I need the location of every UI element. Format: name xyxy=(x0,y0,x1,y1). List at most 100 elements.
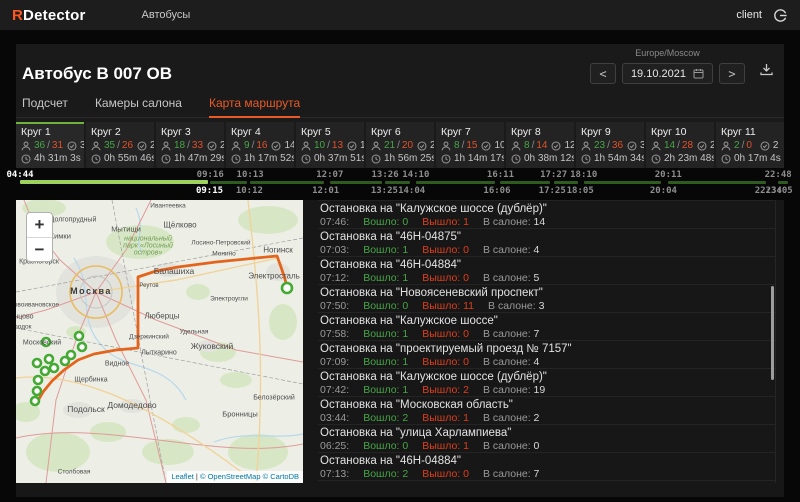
stop-marker-8[interactable] xyxy=(31,357,43,369)
stop-item-7: Остановка на "Калужское шоссе (дублёр)" 0… xyxy=(318,369,775,397)
timeline-segment-6[interactable] xyxy=(415,181,495,184)
stop-time: 07:46: xyxy=(320,216,350,228)
lap-duration-row: 0h 55m 46s xyxy=(91,153,154,164)
lap-stops: 30 xyxy=(80,140,84,151)
stop-entered: Вошло: 0 xyxy=(363,216,409,228)
lap-card-11[interactable]: Круг 11 2/0 2 0h 17m 4s xyxy=(716,122,784,168)
stops-scrollbar[interactable] xyxy=(771,286,774,380)
stops-count-icon xyxy=(481,140,492,151)
stop-marker-7[interactable] xyxy=(43,353,55,365)
passengers-icon xyxy=(581,141,592,151)
stop-item-1: Остановка на "Калужское шоссе (дублёр)" 0… xyxy=(318,201,775,229)
stop-entered: Вошло: 0 xyxy=(363,300,409,312)
passengers-icon xyxy=(161,141,172,151)
lap-card-7[interactable]: Круг 7 8/15 10 1h 14m 17s xyxy=(436,122,504,168)
stop-marker-10[interactable] xyxy=(39,365,51,377)
passengers-icon xyxy=(231,141,242,151)
leaflet-link[interactable]: Leaflet xyxy=(171,472,194,481)
stop-marker-9[interactable] xyxy=(48,362,60,374)
timeline-segment-1[interactable] xyxy=(20,180,208,184)
stop-meta: 07:50: Вошло: 0 Вышло: 11 В салоне: 3 xyxy=(320,300,773,312)
stop-marker-3[interactable] xyxy=(40,336,52,348)
timeline-end-label: 12:01 xyxy=(312,186,340,196)
stop-name: Остановка на "Калужское шоссе (дублёр)" xyxy=(320,371,547,383)
lap-out: 20 xyxy=(401,140,414,151)
logo-rest: Detector xyxy=(23,6,86,24)
timeline-segment-7[interactable] xyxy=(500,181,551,184)
prev-day-button[interactable]: < xyxy=(589,63,616,84)
nav-item-buses[interactable]: Автобусы xyxy=(142,9,191,21)
stop-meta: 07:13: Вошло: 2 Вышло: 0 В салоне: 7 xyxy=(320,468,773,480)
app-logo[interactable]: RDetector xyxy=(12,7,86,24)
tab-3[interactable]: Карта маршрута xyxy=(208,96,301,118)
tab-1[interactable]: Подсчет xyxy=(22,96,68,117)
logout-icon[interactable] xyxy=(773,8,788,23)
lap-in: 14 xyxy=(664,140,676,151)
stops-count-icon xyxy=(697,140,708,151)
lap-out: 26 xyxy=(121,140,134,151)
timeline-end-label: 10:12 xyxy=(235,186,263,196)
stop-marker-11[interactable] xyxy=(32,374,44,386)
map-zoom-control: + − xyxy=(26,212,53,262)
stop-item-3: Остановка на "46Н-04884" 07:12: Вошло: 1 Вы… xyxy=(318,257,775,285)
timeline-start-label: 17:27 xyxy=(540,170,568,180)
lap-out: 28 xyxy=(681,140,694,151)
lap-card-3[interactable]: Круг 3 18/33 24 1h 47m 29s xyxy=(156,122,224,168)
stop-meta: 07:46: Вошло: 0 Вышло: 1 В салоне: 14 xyxy=(320,216,773,228)
stop-meta: 06:25: Вошло: 0 Вышло: 1 В салоне: 0 xyxy=(320,440,773,452)
stop-marker-4[interactable] xyxy=(76,341,88,353)
timeline-segment-8[interactable] xyxy=(553,181,579,184)
timeline-end-label: 23:05 xyxy=(765,186,793,196)
timeline-segment-10[interactable] xyxy=(668,181,767,184)
detail-panel: + − Leaflet | © OpenStreetMap © CartoDB … xyxy=(16,200,784,497)
duration-icon xyxy=(651,153,662,164)
stop-onboard: В салоне: 7 xyxy=(482,328,540,340)
stop-marker-1[interactable] xyxy=(280,281,294,295)
lap-duration: 2h 23m 48s xyxy=(664,153,714,164)
tab-2[interactable]: Камеры салона xyxy=(95,96,182,117)
lap-counts: 9/16 14 xyxy=(231,140,294,151)
lap-card-2[interactable]: Круг 2 35/26 24 0h 55m 46s xyxy=(86,122,154,168)
lap-name: Круг 9 xyxy=(581,126,611,138)
lap-slash: / xyxy=(117,140,120,151)
timeline-start-label: 10:13 xyxy=(236,170,264,180)
timeline-segment-4[interactable] xyxy=(329,181,383,184)
timeline-segment-2[interactable] xyxy=(210,181,248,184)
lap-card-1[interactable]: Круг 1 36/31 30 4h 31m 3s xyxy=(16,122,84,168)
stops-count-icon xyxy=(627,140,638,151)
timeline-segment-11[interactable] xyxy=(778,181,788,184)
osm-link[interactable]: © OpenStreetMap xyxy=(200,472,261,481)
stop-meta: 07:12: Вошло: 1 Вышло: 0 В салоне: 5 xyxy=(320,272,773,284)
stop-marker-12[interactable] xyxy=(31,385,43,397)
carto-link[interactable]: © CartoDB xyxy=(263,472,299,481)
lap-card-5[interactable]: Круг 5 10/13 12 0h 37m 51s xyxy=(296,122,364,168)
lap-in: 23 xyxy=(594,140,606,151)
timeline-segment-9[interactable] xyxy=(583,181,662,184)
lap-out: 33 xyxy=(191,140,204,151)
stop-item-4: Остановка на "Новоясеневский проспект" 07… xyxy=(318,285,775,313)
timeline-start-label: 18:10 xyxy=(570,170,598,180)
lap-card-10[interactable]: Круг 10 14/28 23 2h 23m 48s xyxy=(646,122,714,168)
stop-marker-2[interactable] xyxy=(73,330,85,342)
lap-duration: 1h 17m 52s xyxy=(244,153,294,164)
lap-card-4[interactable]: Круг 4 9/16 14 1h 17m 52s xyxy=(226,122,294,168)
stop-marker-13[interactable] xyxy=(29,395,41,407)
zoom-in-button[interactable]: + xyxy=(27,213,52,237)
timeline-end-label: 18:05 xyxy=(566,186,594,196)
lap-stops: 24 xyxy=(150,140,154,151)
stop-marker-6[interactable] xyxy=(59,355,71,367)
zoom-out-button[interactable]: − xyxy=(27,237,52,261)
lap-card-8[interactable]: Круг 8 8/14 12 0h 38m 12s xyxy=(506,122,574,168)
lap-slash: / xyxy=(251,140,255,151)
next-day-button[interactable]: > xyxy=(719,63,745,84)
lap-duration-row: 0h 38m 12s xyxy=(511,153,574,164)
lap-card-9[interactable]: Круг 9 23/36 31 1h 54m 34s xyxy=(576,122,644,168)
timeline-segment-5[interactable] xyxy=(385,181,410,184)
date-input[interactable]: 19.10.2021 xyxy=(621,63,713,84)
download-report-button[interactable] xyxy=(759,62,774,82)
route-map[interactable]: + − Leaflet | © OpenStreetMap © CartoDB … xyxy=(16,200,303,483)
timeline-segment-3[interactable] xyxy=(250,181,324,184)
lap-card-6[interactable]: Круг 621/20211h 56m 25s xyxy=(366,122,434,168)
lap-slash: / xyxy=(461,140,465,151)
lap-in: 35 xyxy=(104,140,116,151)
